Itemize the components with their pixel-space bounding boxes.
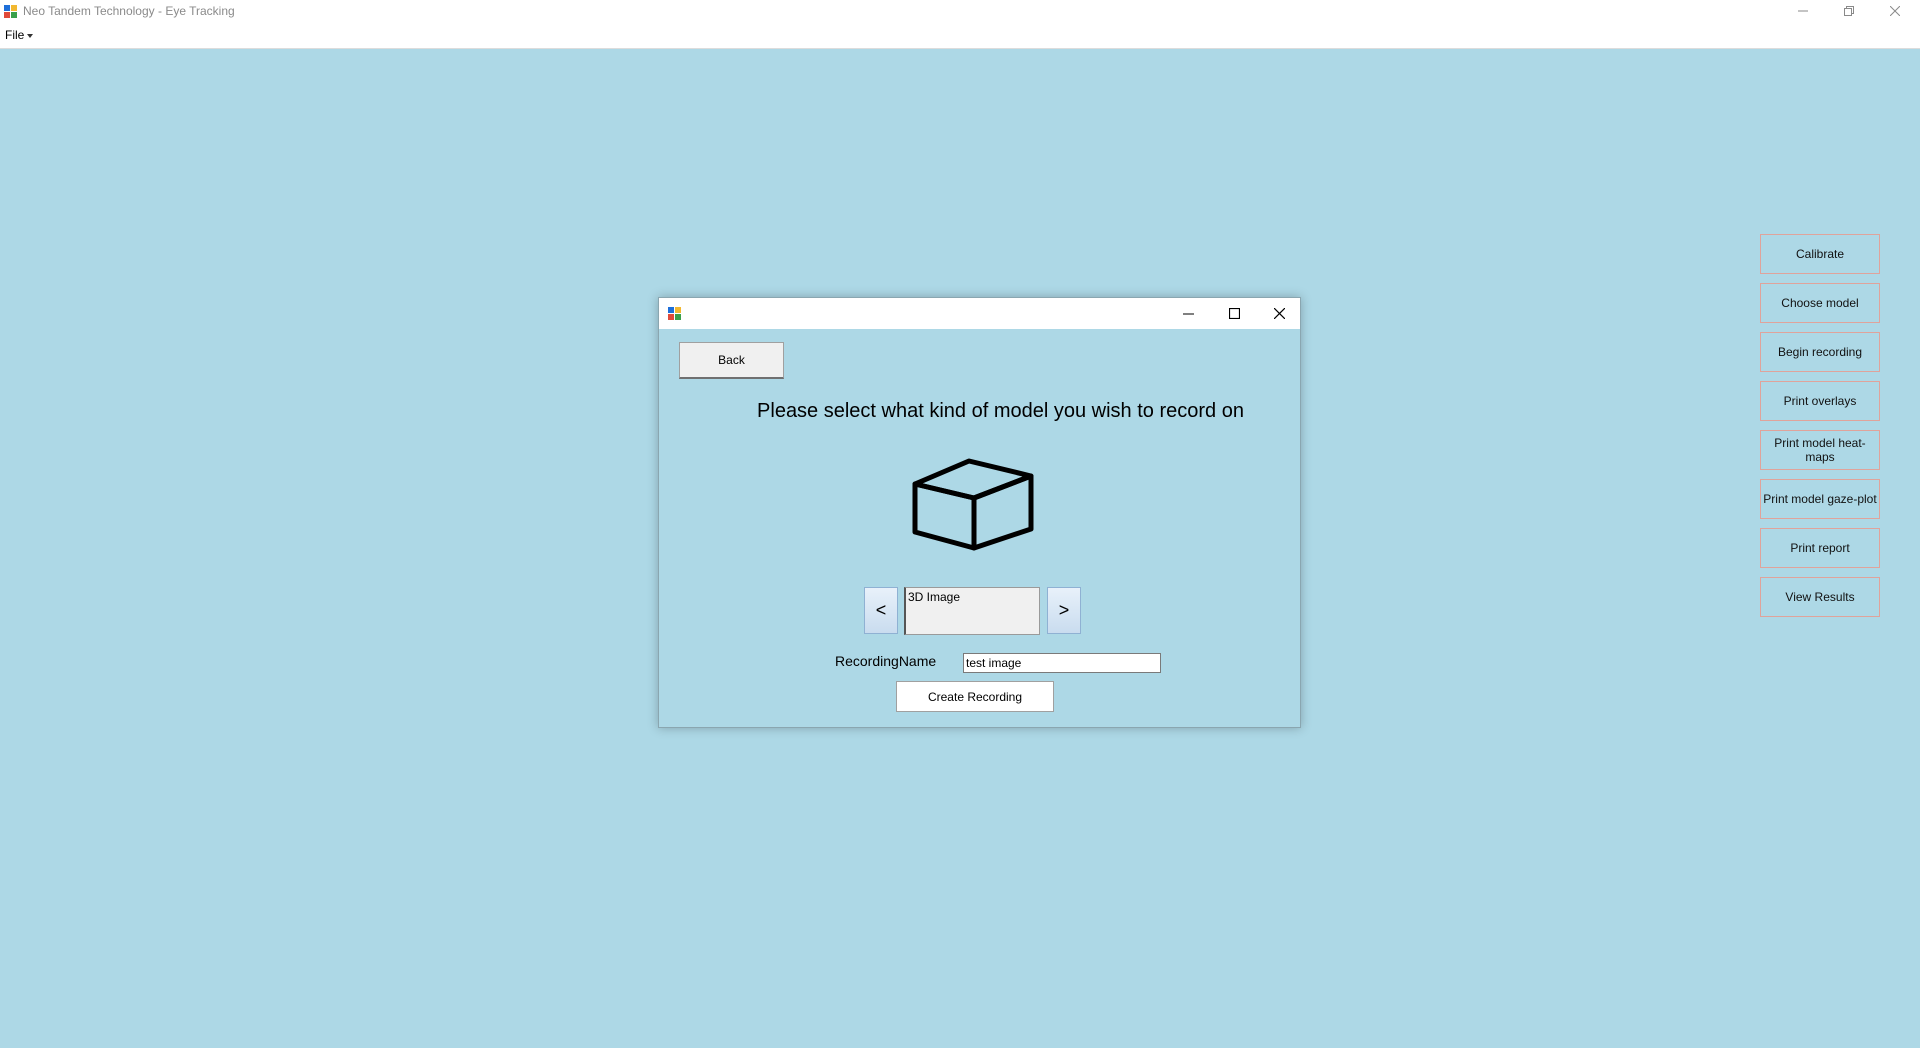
app-title: Neo Tandem Technology - Eye Tracking xyxy=(23,4,235,18)
close-icon xyxy=(1890,6,1900,16)
print-report-button[interactable]: Print report xyxy=(1760,528,1880,568)
dialog-maximize-button[interactable] xyxy=(1212,298,1256,329)
model-selection-dialog: Back Please select what kind of model yo… xyxy=(658,297,1301,728)
dialog-close-button[interactable] xyxy=(1257,298,1301,329)
model-type-display: 3D Image xyxy=(904,587,1040,635)
prompt-heading: Please select what kind of model you wis… xyxy=(757,400,1244,422)
dialog-minimize-button[interactable] xyxy=(1166,298,1210,329)
cube-icon xyxy=(912,458,1034,551)
recording-name-input[interactable] xyxy=(963,653,1161,673)
recording-name-label: RecordingName xyxy=(835,653,937,669)
app-icon xyxy=(4,5,17,18)
create-recording-button[interactable]: Create Recording xyxy=(896,681,1054,712)
previous-model-button[interactable]: < xyxy=(864,587,898,634)
restore-icon xyxy=(1844,6,1854,16)
dialog-title-bar xyxy=(659,298,1300,329)
dialog-app-icon xyxy=(668,307,681,320)
back-button[interactable]: Back xyxy=(679,342,784,379)
main-title-bar: Neo Tandem Technology - Eye Tracking xyxy=(0,0,1920,24)
restore-button[interactable] xyxy=(1826,0,1872,22)
minimize-icon xyxy=(1798,10,1808,12)
next-model-button[interactable]: > xyxy=(1047,587,1081,634)
menu-file-label: File xyxy=(5,28,25,42)
print-overlays-button[interactable]: Print overlays xyxy=(1760,381,1880,421)
close-icon xyxy=(1273,308,1285,319)
chevron-down-icon xyxy=(27,33,34,38)
choose-model-button[interactable]: Choose model xyxy=(1760,283,1880,323)
calibrate-button[interactable]: Calibrate xyxy=(1760,234,1880,274)
minimize-icon xyxy=(1182,313,1194,315)
begin-recording-button[interactable]: Begin recording xyxy=(1760,332,1880,372)
view-results-button[interactable]: View Results xyxy=(1760,577,1880,617)
maximize-icon xyxy=(1228,308,1240,319)
menu-bar: File xyxy=(0,24,1920,49)
print-heat-maps-button[interactable]: Print model heat-maps xyxy=(1760,430,1880,470)
menu-file[interactable]: File xyxy=(5,28,34,42)
close-button[interactable] xyxy=(1872,0,1918,22)
minimize-button[interactable] xyxy=(1780,0,1826,22)
print-gaze-plot-button[interactable]: Print model gaze-plot xyxy=(1760,479,1880,519)
